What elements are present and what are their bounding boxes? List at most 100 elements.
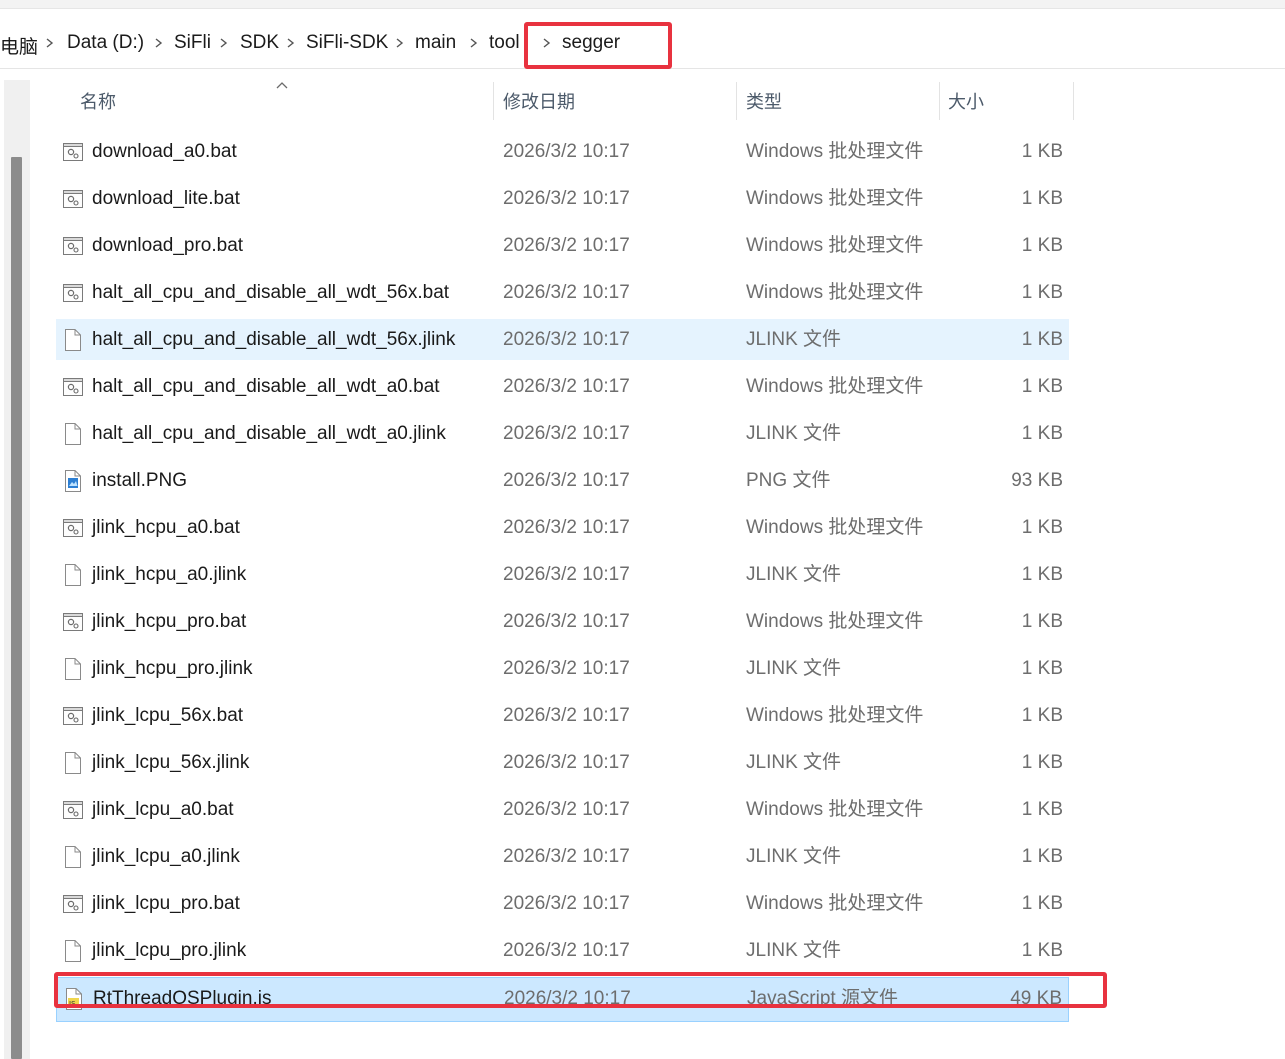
file-size: 1 KB [1021,705,1063,726]
sort-ascending-icon [276,82,288,89]
blank-file-icon [62,422,84,446]
file-modified-date: 2026/3/2 10:17 [503,940,630,961]
file-size: 1 KB [1021,658,1063,679]
file-modified-date: 2026/3/2 10:17 [503,376,630,397]
file-row[interactable]: halt_all_cpu_and_disable_all_wdt_a0.bat 2… [56,366,1069,407]
file-name: jlink_lcpu_a0.bat [92,799,234,820]
file-name: halt_all_cpu_and_disable_all_wdt_56x.jli… [92,329,456,350]
file-row[interactable]: download_lite.bat 2026/3/2 10:17 Windows 批… [56,178,1069,219]
file-type: JavaScript 源文件 [747,988,898,1009]
file-type: JLINK 文件 [746,846,842,867]
file-modified-date: 2026/3/2 10:17 [503,329,630,350]
batch-file-icon [62,140,84,164]
file-name: jlink_hcpu_pro.bat [92,611,247,632]
file-modified-date: 2026/3/2 10:17 [503,752,630,773]
file-modified-date: 2026/3/2 10:17 [503,658,630,679]
chevron-right-icon[interactable] [151,35,165,51]
blank-file-icon [62,845,84,869]
file-row[interactable]: jlink_lcpu_a0.bat 2026/3/2 10:17 Windows 批… [56,789,1069,830]
file-modified-date: 2026/3/2 10:17 [503,282,630,303]
breadcrumb-computer[interactable]: 电脑 [0,32,38,59]
file-row[interactable]: jlink_lcpu_56x.jlink 2026/3/2 10:17 JLINK … [56,742,1069,783]
file-modified-date: 2026/3/2 10:17 [503,611,630,632]
file-type: Windows 批处理文件 [746,517,924,538]
chevron-right-icon[interactable] [466,35,480,51]
chevron-right-icon[interactable] [392,35,406,51]
blank-file-icon [62,328,84,352]
file-row[interactable]: jlink_lcpu_pro.bat 2026/3/2 10:17 Windows … [56,883,1069,924]
svg-text:JS: JS [68,1000,76,1008]
file-row[interactable]: download_pro.bat 2026/3/2 10:17 Windows 批处… [56,225,1069,266]
column-divider[interactable] [939,82,940,120]
file-size: 1 KB [1021,282,1063,303]
file-name: jlink_lcpu_pro.jlink [92,940,247,961]
file-name: halt_all_cpu_and_disable_all_wdt_56x.bat [92,282,450,303]
file-size: 1 KB [1021,611,1063,632]
breadcrumb-sdk[interactable]: SDK [240,32,279,54]
file-row[interactable]: jlink_lcpu_a0.jlink 2026/3/2 10:17 JLINK 文… [56,836,1069,877]
chevron-right-icon[interactable] [42,35,56,51]
file-row[interactable]: halt_all_cpu_and_disable_all_wdt_56x.bat… [56,272,1069,313]
file-name: jlink_lcpu_56x.jlink [92,752,250,773]
file-row[interactable]: halt_all_cpu_and_disable_all_wdt_a0.jlin… [56,413,1069,454]
file-size: 1 KB [1021,141,1063,162]
file-size: 1 KB [1021,940,1063,961]
blank-file-icon [62,751,84,775]
file-modified-date: 2026/3/2 10:17 [503,705,630,726]
file-name: jlink_hcpu_pro.jlink [92,658,253,679]
column-divider[interactable] [736,82,737,120]
file-size: 1 KB [1021,188,1063,209]
file-type: Windows 批处理文件 [746,893,924,914]
file-type: JLINK 文件 [746,658,842,679]
file-modified-date: 2026/3/2 10:17 [503,564,630,585]
file-row[interactable]: jlink_hcpu_pro.bat 2026/3/2 10:17 Windows … [56,601,1069,642]
file-size: 1 KB [1021,846,1063,867]
breadcrumb-main[interactable]: main [415,32,456,54]
batch-file-icon [62,234,84,258]
file-name: jlink_hcpu_a0.jlink [92,564,247,585]
file-type: JLINK 文件 [746,423,842,444]
chevron-right-icon[interactable] [283,35,297,51]
breadcrumb-tool[interactable]: tool [489,32,520,54]
file-type: Windows 批处理文件 [746,705,924,726]
column-divider[interactable] [493,82,494,120]
file-modified-date: 2026/3/2 10:17 [503,799,630,820]
file-row[interactable]: jlink_hcpu_pro.jlink 2026/3/2 10:17 JLINK … [56,648,1069,689]
scrollbar-thumb[interactable] [11,157,22,1059]
column-header-type[interactable]: 类型 [746,80,782,124]
file-row[interactable]: jlink_hcpu_a0.jlink 2026/3/2 10:17 JLINK 文… [56,554,1069,595]
column-divider[interactable] [1073,82,1074,120]
breadcrumb-data-drive[interactable]: Data (D:) [67,32,144,54]
batch-file-icon [62,704,84,728]
file-row[interactable]: jlink_hcpu_a0.bat 2026/3/2 10:17 Windows 批… [56,507,1069,548]
breadcrumb-segger[interactable]: segger [562,32,620,54]
file-name: jlink_lcpu_a0.jlink [92,846,240,867]
breadcrumb-sifli[interactable]: SiFli [174,32,211,54]
breadcrumb-sifli-sdk[interactable]: SiFli-SDK [306,32,388,54]
blank-file-icon [62,657,84,681]
file-modified-date: 2026/3/2 10:17 [503,846,630,867]
file-type: PNG 文件 [746,470,831,491]
file-row[interactable]: JS RtThreadOSPlugin.js 2026/3/2 10:17 JavaS… [56,977,1069,1022]
file-size: 1 KB [1021,893,1063,914]
chevron-right-icon[interactable] [539,35,553,51]
image-file-icon [62,469,84,493]
file-type: Windows 批处理文件 [746,141,924,162]
file-row[interactable]: download_a0.bat 2026/3/2 10:17 Windows 批处理… [56,131,1069,172]
file-name: download_pro.bat [92,235,244,256]
file-size: 1 KB [1021,517,1063,538]
file-row[interactable]: halt_all_cpu_and_disable_all_wdt_56x.jli… [56,319,1069,360]
file-name: jlink_lcpu_pro.bat [92,893,240,914]
file-row[interactable]: jlink_lcpu_56x.bat 2026/3/2 10:17 Windows … [56,695,1069,736]
file-row[interactable]: jlink_lcpu_pro.jlink 2026/3/2 10:17 JLINK … [56,930,1069,971]
column-header-name[interactable]: 名称 [80,80,116,124]
file-type: Windows 批处理文件 [746,282,924,303]
file-size: 1 KB [1021,329,1063,350]
chevron-right-icon[interactable] [216,35,230,51]
file-row[interactable]: install.PNG 2026/3/2 10:17 PNG 文件 93 KB [56,460,1069,501]
batch-file-icon [62,892,84,916]
column-header-date[interactable]: 修改日期 [503,80,575,124]
column-header-size[interactable]: 大小 [948,80,984,124]
address-bar[interactable]: 电脑 Data (D:) SiFli SDK SiFli-SDK main to… [0,18,1285,69]
file-size: 93 KB [1011,470,1063,491]
